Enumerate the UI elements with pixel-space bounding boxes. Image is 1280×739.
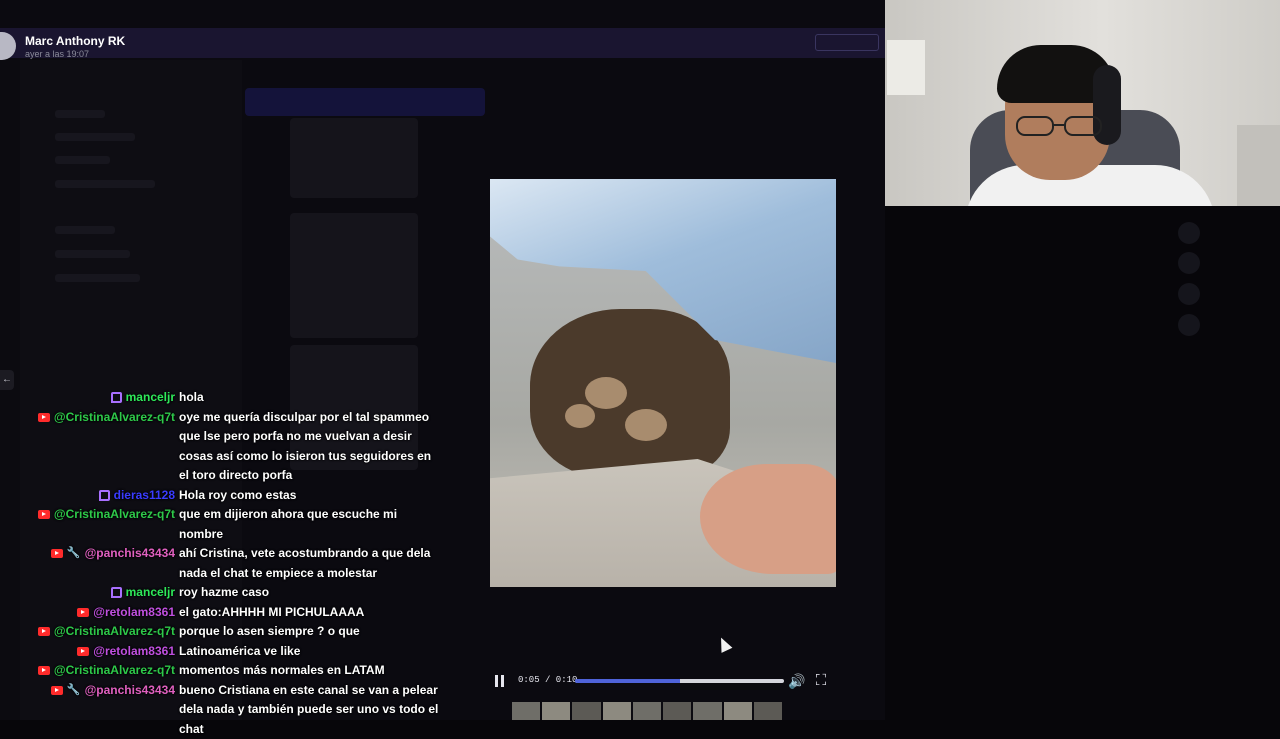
background-member-avatar bbox=[1178, 283, 1200, 305]
youtube-icon bbox=[51, 686, 63, 695]
pause-icon[interactable] bbox=[492, 674, 506, 688]
chat-message: manceljrroy hazme caso bbox=[0, 583, 480, 603]
youtube-icon bbox=[51, 549, 63, 558]
chat-message-text: hola bbox=[179, 388, 444, 408]
seek-bar-fill bbox=[575, 679, 680, 683]
background-thumbnail bbox=[290, 213, 418, 338]
chat-message: manceljrhola bbox=[0, 388, 480, 408]
chat-message: dieras1128Hola roy como estas bbox=[0, 486, 480, 506]
background-member-avatar bbox=[1178, 314, 1200, 336]
chat-message: @CristinaAlvarez-q7tporque lo asen siemp… bbox=[0, 622, 480, 642]
chat-message-text: bueno Cristiana en este canal se van a p… bbox=[179, 681, 444, 739]
twitch-icon bbox=[111, 587, 122, 598]
background-channel bbox=[55, 226, 115, 234]
chat-message: @CristinaAlvarez-q7tque em dijieron ahor… bbox=[0, 505, 480, 544]
youtube-icon bbox=[38, 413, 50, 422]
chat-message: @CristinaAlvarez-q7toye me quería discul… bbox=[0, 408, 480, 486]
chat-message-text: ahí Cristina, vete acostumbrando a que d… bbox=[179, 544, 444, 583]
background-channel bbox=[55, 274, 140, 282]
chat-username[interactable]: @CristinaAlvarez-q7t bbox=[54, 661, 175, 681]
chat-username[interactable]: manceljr bbox=[126, 583, 175, 603]
chat-username[interactable]: manceljr bbox=[126, 388, 175, 408]
background-member-avatar bbox=[1178, 222, 1200, 244]
preview-filmstrip bbox=[512, 702, 782, 720]
chat-username[interactable]: @CristinaAlvarez-q7t bbox=[54, 505, 175, 525]
chat-message-text: momentos más normales en LATAM bbox=[179, 661, 444, 681]
chat-message: 🔧@panchis43434bueno Cristiana en este ca… bbox=[0, 681, 480, 739]
wrench-icon: 🔧 bbox=[67, 681, 81, 701]
background-header bbox=[245, 88, 485, 116]
chat-username[interactable]: @panchis43434 bbox=[85, 681, 175, 701]
chat-message-text: que em dijieron ahora que escuche mi nom… bbox=[179, 505, 444, 544]
chat-message-header: @CristinaAlvarez-q7t bbox=[38, 505, 175, 525]
volume-icon[interactable]: 🔊 bbox=[788, 672, 806, 690]
twitch-icon bbox=[111, 392, 122, 403]
background-channel bbox=[55, 133, 135, 141]
background-top-bar bbox=[0, 28, 885, 58]
chat-message: @CristinaAlvarez-q7tmomentos más normale… bbox=[0, 661, 480, 681]
youtube-icon bbox=[38, 627, 50, 636]
chat-message-header: @retolam8361 bbox=[77, 603, 175, 623]
chat-message-header: manceljr bbox=[111, 583, 175, 603]
chat-username[interactable]: @CristinaAlvarez-q7t bbox=[54, 622, 175, 642]
video-time: 0:05 / 0:10 bbox=[518, 675, 577, 685]
chat-message-header: manceljr bbox=[111, 388, 175, 408]
wrench-icon: 🔧 bbox=[67, 544, 81, 564]
youtube-icon bbox=[77, 647, 89, 656]
chat-message-header: 🔧@panchis43434 bbox=[51, 681, 175, 701]
fullscreen-icon[interactable]: ⛶ bbox=[812, 672, 830, 690]
chat-message: @retolam8361Latinoamérica ve like bbox=[0, 642, 480, 662]
chat-message-header: dieras1128 bbox=[99, 486, 175, 506]
chat-username[interactable]: @retolam8361 bbox=[93, 603, 175, 623]
twitch-icon bbox=[99, 490, 110, 501]
chat-message-text: oye me quería disculpar por el tal spamm… bbox=[179, 408, 444, 486]
chat-message-header: @CristinaAlvarez-q7t bbox=[38, 622, 175, 642]
chat-message-header: @CristinaAlvarez-q7t bbox=[38, 661, 175, 681]
background-channel bbox=[55, 156, 110, 164]
chat-username[interactable]: @panchis43434 bbox=[85, 544, 175, 564]
background-channel bbox=[55, 180, 155, 188]
youtube-icon bbox=[77, 608, 89, 617]
background-member-avatar bbox=[1178, 252, 1200, 274]
chat-message: @retolam8361el gato:AHHHH MI PICHULAAAA bbox=[0, 603, 480, 623]
chat-message-header: @retolam8361 bbox=[77, 642, 175, 662]
chat-overlay: manceljrhola@CristinaAlvarez-q7toye me q… bbox=[0, 388, 480, 739]
webcam-feed bbox=[885, 0, 1280, 206]
youtube-icon bbox=[38, 510, 50, 519]
chat-message-header: 🔧@panchis43434 bbox=[51, 544, 175, 564]
post-timestamp: ayer a las 19:07 bbox=[25, 49, 89, 59]
chat-username[interactable]: @retolam8361 bbox=[93, 642, 175, 662]
video-frame[interactable] bbox=[490, 179, 836, 587]
seek-bar[interactable] bbox=[575, 679, 784, 683]
chat-message-text: roy hazme caso bbox=[179, 583, 444, 603]
chat-username[interactable]: dieras1128 bbox=[114, 486, 175, 506]
background-notice-button bbox=[815, 34, 879, 51]
chat-message: 🔧@panchis43434ahí Cristina, vete acostum… bbox=[0, 544, 480, 583]
chat-message-text: Latinoamérica ve like bbox=[179, 642, 444, 662]
background-channel bbox=[55, 250, 130, 258]
chat-message-text: el gato:AHHHH MI PICHULAAAA bbox=[179, 603, 444, 623]
background-channel bbox=[55, 110, 105, 118]
chat-username[interactable]: @CristinaAlvarez-q7t bbox=[54, 408, 175, 428]
chat-message-header: @CristinaAlvarez-q7t bbox=[38, 408, 175, 428]
youtube-icon bbox=[38, 666, 50, 675]
background-thumbnail bbox=[290, 118, 418, 198]
post-author[interactable]: Marc Anthony RK bbox=[25, 34, 125, 48]
chat-message-text: Hola roy como estas bbox=[179, 486, 444, 506]
arrow-left-icon[interactable]: ← bbox=[0, 370, 14, 390]
video-controls: 0:05 / 0:10 🔊 ⛶ bbox=[490, 670, 835, 694]
chat-message-text: porque lo asen siempre ? o que bbox=[179, 622, 444, 642]
